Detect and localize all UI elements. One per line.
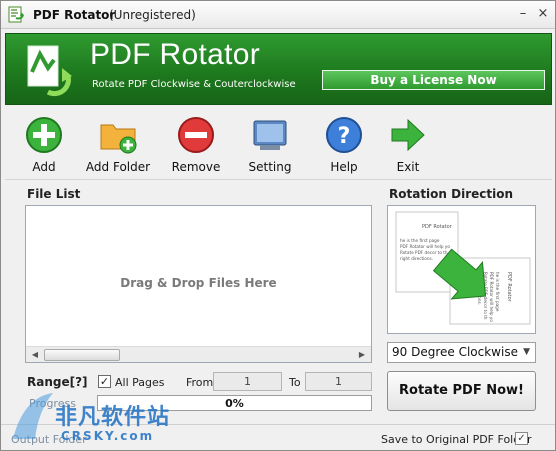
rotation-select[interactable]: 90 Degree Clockwise ▼: [387, 342, 536, 363]
brand-title: PDF Rotator: [90, 38, 261, 71]
rotated-line: he is the first page: [495, 272, 500, 312]
rotated-doc-title: PDF Rotator: [506, 272, 512, 303]
save-original-label: Save to Original PDF Folder: [381, 433, 532, 446]
pdf-rotator-logo-icon: [27, 45, 72, 97]
add-label: Add: [32, 160, 56, 174]
preview-line: Rotate PDF decor to th: [400, 250, 448, 255]
toolbar-divider: [5, 179, 552, 180]
exit-button[interactable]: Exit: [373, 113, 443, 177]
app-icon: [8, 6, 24, 23]
preview-line: right directions.: [400, 256, 433, 261]
rotate-pdf-button[interactable]: Rotate PDF Now!: [387, 371, 536, 411]
scroll-left-icon[interactable]: ◀: [27, 348, 43, 362]
brand-header: PDF Rotator Rotate PDF Clockwise & Coute…: [5, 33, 552, 105]
exit-arrow-icon: [391, 118, 425, 152]
settings-monitor-icon: [253, 120, 287, 150]
help-button[interactable]: ? Help: [309, 113, 379, 177]
preview-line: he is the first page: [400, 238, 440, 243]
to-page-input[interactable]: 1: [305, 372, 372, 391]
remove-label: Remove: [171, 160, 221, 174]
window-title: PDF Rotator: [33, 8, 116, 22]
rotated-line: PDF Rotator will help yo: [489, 272, 494, 322]
to-label: To: [289, 376, 301, 389]
from-page-input[interactable]: 1: [213, 372, 282, 391]
add-folder-button[interactable]: Add Folder: [83, 113, 153, 177]
file-list-label: File List: [27, 187, 81, 201]
watermark-en-text: CRSKY.com: [61, 429, 155, 443]
add-button[interactable]: Add: [9, 113, 79, 177]
horizontal-scrollbar[interactable]: ◀ ▶: [26, 346, 371, 362]
save-original-checkbox[interactable]: ✓: [515, 432, 528, 445]
minus-circle-icon: [178, 117, 214, 153]
plus-circle-icon: [26, 117, 62, 153]
preview-line: PDF Rotator will help yo: [400, 244, 450, 249]
minimize-button[interactable]: –: [513, 5, 533, 23]
toolbar: Add Add Folder Remove Setting ? Help Exi…: [5, 109, 552, 177]
scroll-thumb[interactable]: [44, 349, 120, 361]
setting-button[interactable]: Setting: [235, 113, 305, 177]
registration-status: (Unregistered): [109, 8, 196, 22]
drop-hint: Drag & Drop Files Here: [120, 276, 277, 290]
buy-license-button[interactable]: Buy a License Now: [322, 70, 545, 90]
preview-doc-title: PDF Rotator: [422, 224, 453, 230]
exit-label: Exit: [396, 160, 420, 174]
setting-label: Setting: [248, 160, 292, 174]
close-button[interactable]: ×: [533, 5, 553, 23]
title-bar[interactable]: PDF Rotator (Unregistered) – ×: [1, 1, 555, 29]
folder-add-icon: [100, 124, 137, 154]
chevron-down-icon[interactable]: ▼: [523, 343, 530, 362]
add-folder-label: Add Folder: [85, 160, 151, 174]
scroll-right-icon[interactable]: ▶: [354, 348, 370, 362]
help-question-icon: ?: [326, 117, 362, 153]
rotation-preview: PDF Rotator he is the first page PDF Rot…: [387, 205, 536, 334]
rotation-direction-label: Rotation Direction: [389, 187, 514, 201]
rotation-preview-illustration: PDF Rotator he is the first page PDF Rot…: [395, 211, 531, 325]
file-list-dropzone[interactable]: Drag & Drop Files Here ◀ ▶: [25, 205, 372, 363]
help-label: Help: [330, 160, 358, 174]
rotation-select-value: 90 Degree Clockwise: [392, 345, 518, 359]
svg-text:?: ?: [338, 124, 351, 149]
remove-button[interactable]: Remove: [161, 113, 231, 177]
brand-subtitle: Rotate PDF Clockwise & Couterclockwise: [92, 79, 296, 90]
from-label: From: [186, 376, 214, 389]
watermark-cn-text: 非凡软件站: [55, 405, 171, 430]
app-window: PDF Rotator (Unregistered) – × PDF Rotat…: [0, 0, 556, 451]
